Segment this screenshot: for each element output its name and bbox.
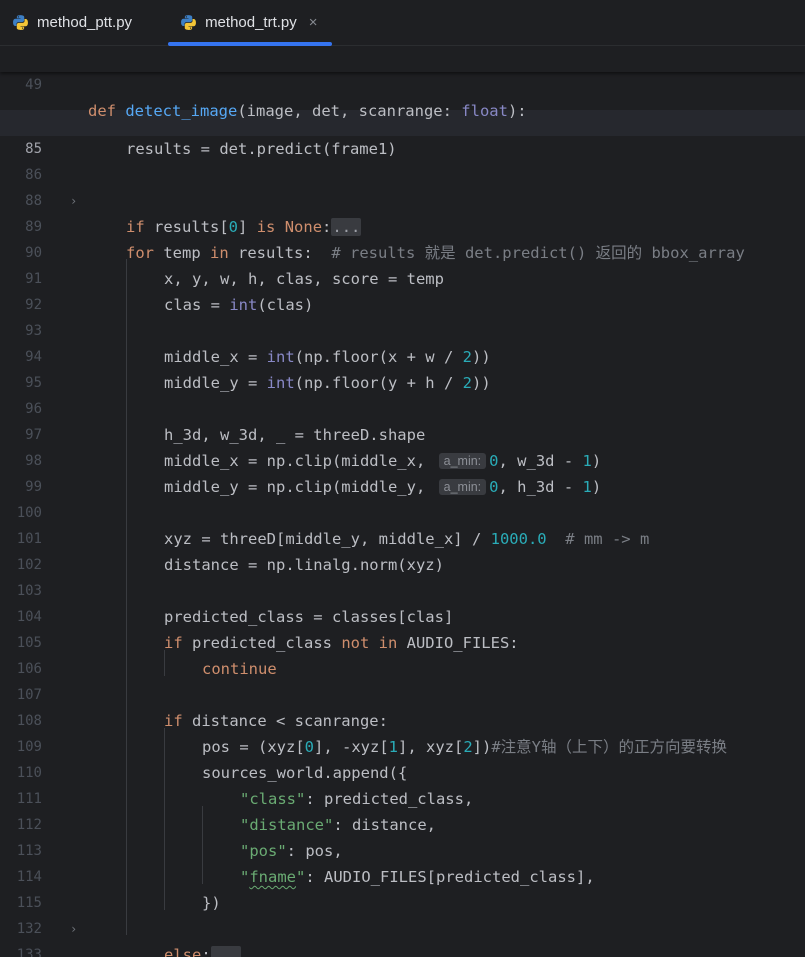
editor-tab-bar: method_ptt.py method_trt.py × xyxy=(0,0,805,46)
code-row[interactable]: 96 h_3d, w_3d, _ = threeD.shape xyxy=(0,370,805,444)
code-row[interactable]: 104 if predicted_class not in AUDIO_FILE… xyxy=(0,578,805,652)
code-line: def detect_image(image, det, scanrange: … xyxy=(88,102,527,120)
code-line: else:... xyxy=(164,942,241,957)
code-row[interactable]: 88 xyxy=(0,162,805,209)
python-file-icon xyxy=(181,15,196,30)
tab-label: method_ptt.py xyxy=(37,14,133,31)
code-row[interactable]: 110 "class": predicted_class, xyxy=(0,734,805,808)
code-row[interactable]: 132 xyxy=(0,890,805,937)
code-row[interactable]: 92 xyxy=(0,266,805,313)
sticky-scope-header[interactable]: 49 def detect_image(image, det, scanrang… xyxy=(0,46,805,120)
code-row[interactable]: 100 xyz = threeD[middle_y, middle_x] / 1… xyxy=(0,474,805,548)
code-row[interactable]: 108 pos = (xyz[0], -xyz[1], xyz[2])#注意Y轴… xyxy=(0,682,805,756)
code-row[interactable]: 97 middle_x = np.clip(middle_x, a_min: 0,… xyxy=(0,396,805,470)
code-row[interactable]: 112 "pos": pos, xyxy=(0,786,805,860)
code-row[interactable]: 101 distance = np.linalg.norm(xyz) xyxy=(0,500,805,574)
line-number: 49 xyxy=(25,77,42,93)
code-row[interactable]: 114 }) xyxy=(0,838,805,912)
code-row[interactable]: 93 middle_x = int(np.floor(x + w / 2)) xyxy=(0,292,805,366)
code-row[interactable]: 105 continue xyxy=(0,604,805,678)
code-editor[interactable]: 49 def detect_image(image, det, scanrang… xyxy=(0,46,805,957)
code-row[interactable]: 95 xyxy=(0,344,805,391)
code-row[interactable]: 133 return sources_world xyxy=(0,916,805,957)
code-row[interactable]: 111 "distance": distance, xyxy=(0,760,805,834)
tab-method-ptt[interactable]: method_ptt.py xyxy=(0,0,146,45)
tab-method-trt[interactable]: method_trt.py × xyxy=(168,0,333,46)
code-row[interactable]: 91 clas = int(clas) xyxy=(0,240,805,314)
code-row[interactable]: 106 xyxy=(0,630,805,677)
code-row[interactable]: 107 if distance < scanrange: xyxy=(0,656,805,730)
code-row[interactable]: 90 x, y, w, h, clas, score = temp xyxy=(0,214,805,288)
close-icon[interactable]: × xyxy=(309,14,318,31)
code-row[interactable]: 98 middle_y = np.clip(middle_y, a_min: 0,… xyxy=(0,422,805,496)
code-row[interactable]: 86 › if results[0] is None:... xyxy=(0,136,805,236)
code-row[interactable]: 102 xyxy=(0,526,805,573)
code-row[interactable]: 103 predicted_class = classes[clas] xyxy=(0,552,805,626)
tab-label: method_trt.py xyxy=(205,14,297,31)
code-row[interactable]: 89 for temp in results: # results 就是 det… xyxy=(0,188,805,262)
line-number: 133 xyxy=(16,947,42,957)
code-row[interactable]: 94 middle_y = int(np.floor(y + h / 2)) xyxy=(0,318,805,392)
code-row[interactable]: 115 › else:... xyxy=(0,864,805,957)
code-row[interactable]: 99 xyxy=(0,448,805,495)
code-row[interactable]: 109 sources_world.append({ xyxy=(0,708,805,782)
python-file-icon xyxy=(13,15,28,30)
code-row[interactable]: 113 "fname": AUDIO_FILES[predicted_class… xyxy=(0,812,805,886)
